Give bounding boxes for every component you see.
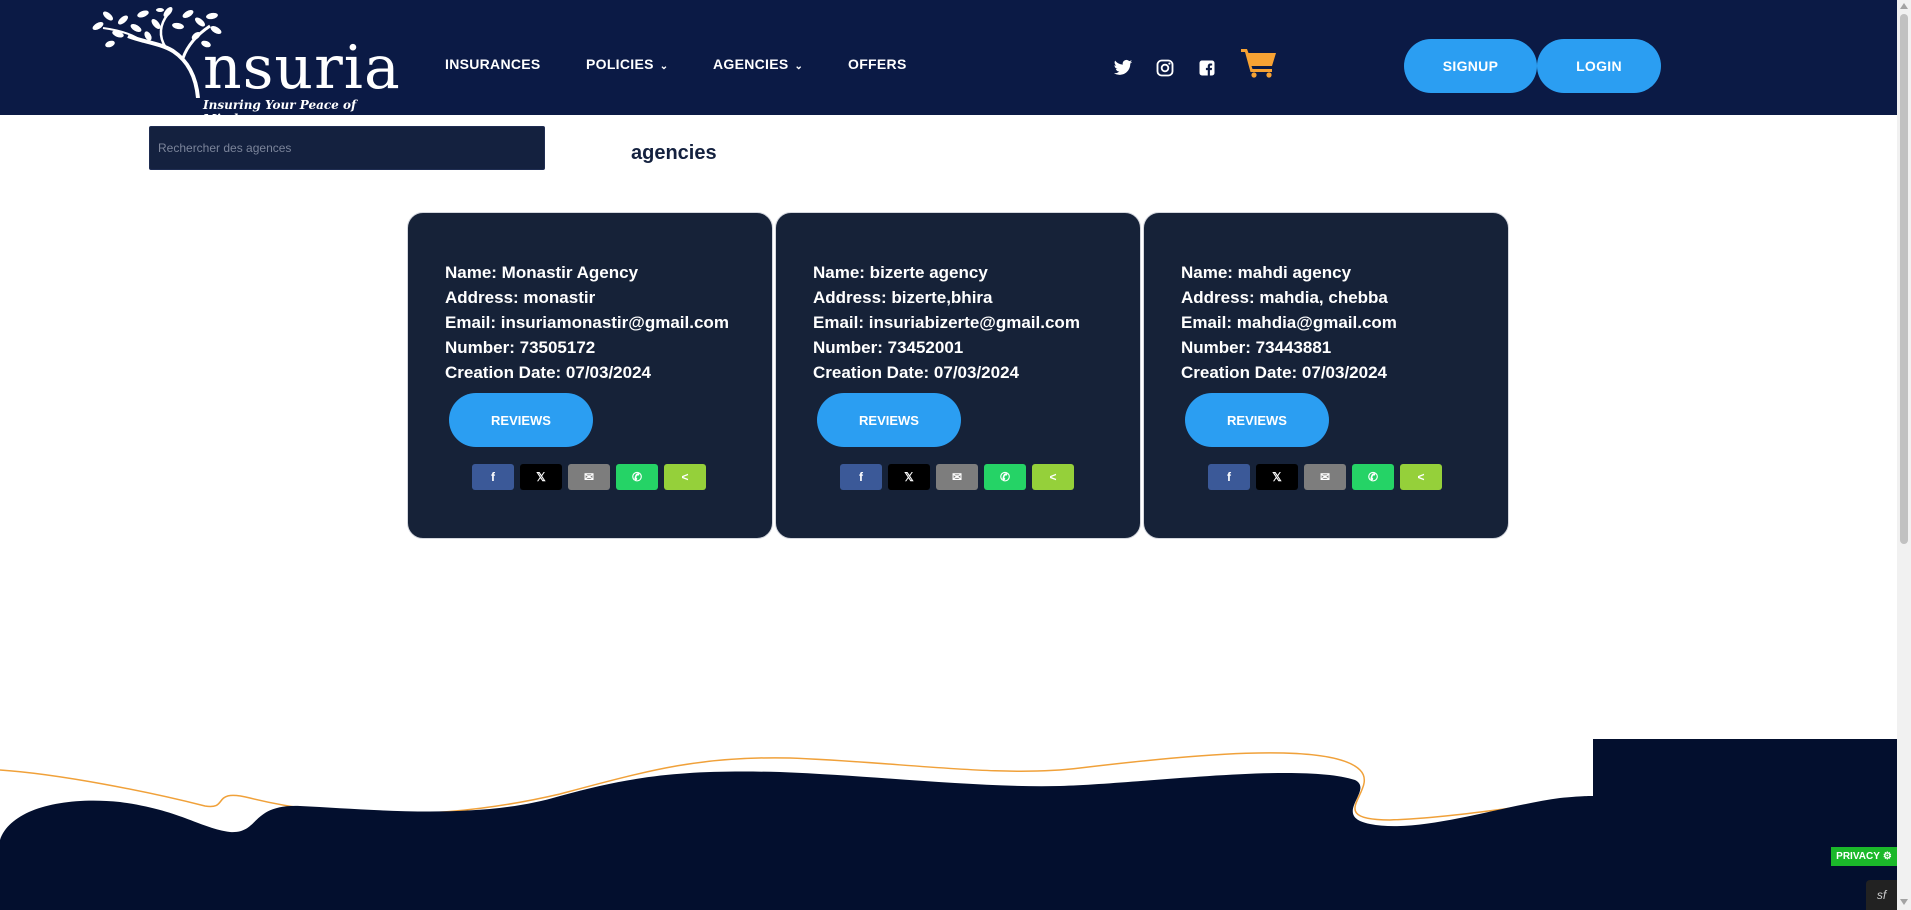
agency-creation-date: Creation Date: 07/03/2024 [1181,363,1387,382]
scroll-down-icon[interactable] [1900,899,1908,905]
email-icon[interactable]: ✉ [1304,464,1346,490]
login-button[interactable]: LOGIN [1537,39,1661,93]
facebook-icon[interactable]: f [1208,464,1250,490]
x-icon[interactable]: 𝕏 [888,464,930,490]
instagram-icon[interactable] [1155,58,1175,78]
agency-card: Name: Monastir Agency Address: monastir … [407,212,773,539]
agency-number: Number: 73505172 [445,338,596,357]
nav-policies[interactable]: POLICIES ⌄ [586,56,668,72]
chevron-down-icon: ⌄ [794,61,804,72]
x-icon[interactable]: 𝕏 [1256,464,1298,490]
agency-address: Address: mahdia, chebba [1181,288,1388,307]
x-icon[interactable]: 𝕏 [520,464,562,490]
privacy-badge[interactable]: PRIVACY ⚙ [1831,847,1897,866]
nav-policies-label: POLICIES [586,56,654,72]
search-input[interactable] [149,126,545,170]
email-icon[interactable]: ✉ [936,464,978,490]
whatsapp-icon[interactable]: ✆ [984,464,1026,490]
nav-agencies[interactable]: AGENCIES ⌄ [713,56,803,72]
email-icon[interactable]: ✉ [568,464,610,490]
agency-address: Address: monastir [445,288,596,307]
share-icon[interactable]: < [1400,464,1442,490]
agency-creation-date: Creation Date: 07/03/2024 [813,363,1019,382]
agency-creation-date: Creation Date: 07/03/2024 [445,363,651,382]
debug-toolbar-icon[interactable]: sf [1866,880,1897,910]
scrollbar-thumb[interactable] [1900,14,1908,544]
scroll-up-icon[interactable] [1900,3,1908,9]
agency-email: Email: mahdia@gmail.com [1181,313,1397,332]
nav-offers-label: OFFERS [848,56,907,72]
agency-name: Name: mahdi agency [1181,263,1352,282]
reviews-button[interactable]: REVIEWS [449,393,593,447]
agency-card: Name: mahdi agency Address: mahdia, cheb… [1143,212,1509,539]
privacy-label: PRIVACY [1836,851,1880,862]
agency-address: Address: bizerte,bhira [813,288,993,307]
gear-icon: ⚙ [1882,851,1892,862]
facebook-icon[interactable]: f [472,464,514,490]
whatsapp-icon[interactable]: ✆ [616,464,658,490]
nav-agencies-label: AGENCIES [713,56,789,72]
reviews-button[interactable]: REVIEWS [817,393,961,447]
nav-offers[interactable]: OFFERS [848,56,907,72]
agency-email: Email: insuriamonastir@gmail.com [445,313,729,332]
agency-name: Name: bizerte agency [813,263,988,282]
page-title: agencies [631,142,717,164]
agency-name: Name: Monastir Agency [445,263,639,282]
whatsapp-icon[interactable]: ✆ [1352,464,1394,490]
brand-name: nsuria [203,33,401,103]
reviews-button[interactable]: REVIEWS [1185,393,1329,447]
brand-logo[interactable]: nsuria Insuring Your Peace of Mind [88,6,400,126]
site-header: nsuria Insuring Your Peace of Mind INSUR… [0,0,1897,126]
vertical-scrollbar[interactable] [1897,0,1911,910]
footer-block [1593,739,1897,910]
twitter-icon[interactable] [1113,58,1133,78]
brand-tagline: Insuring Your Peace of Mind [203,98,357,126]
agency-number: Number: 73452001 [813,338,964,357]
facebook-icon[interactable] [1197,58,1217,78]
nav-insurances-label: INSURANCES [445,56,541,72]
agency-email: Email: insuriabizerte@gmail.com [813,313,1080,332]
facebook-icon[interactable]: f [840,464,882,490]
share-icon[interactable]: < [664,464,706,490]
chevron-down-icon: ⌄ [659,61,669,72]
agency-card: Name: bizerte agency Address: bizerte,bh… [775,212,1141,539]
share-icon[interactable]: < [1032,464,1074,490]
agency-number: Number: 73443881 [1181,338,1332,357]
shopping-cart-icon[interactable] [1241,48,1277,78]
signup-button[interactable]: SIGNUP [1404,39,1537,93]
nav-insurances[interactable]: INSURANCES [445,56,541,72]
